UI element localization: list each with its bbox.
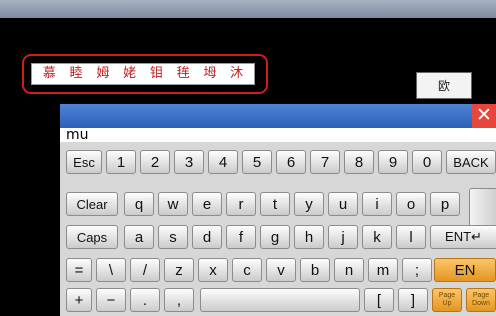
candidate-8[interactable]: 沐 [230, 64, 243, 84]
key-h[interactable]: h [294, 225, 324, 249]
key-f[interactable]: f [226, 225, 256, 249]
key-o[interactable]: o [396, 192, 426, 216]
candidate-list: 慕 睦 姆 姥 钼 毪 坶 沐 [31, 63, 255, 85]
key-a[interactable]: a [124, 225, 154, 249]
page-up-line-1: Page [438, 292, 456, 299]
key-n[interactable]: n [334, 258, 364, 282]
candidate-3[interactable]: 姆 [96, 64, 109, 84]
language-toggle-button[interactable]: 欧 [416, 72, 472, 99]
key-d[interactable]: d [192, 225, 222, 249]
key-4[interactable]: 4 [208, 150, 238, 174]
key-equals[interactable]: = [66, 258, 92, 282]
key-8[interactable]: 8 [344, 150, 374, 174]
candidate-7[interactable]: 坶 [203, 64, 216, 84]
key-7[interactable]: 7 [310, 150, 340, 174]
key-slash[interactable]: / [130, 258, 160, 282]
key-language-en[interactable]: EN [434, 258, 496, 282]
key-p[interactable]: p [430, 192, 460, 216]
key-left-bracket[interactable]: [ [364, 288, 394, 312]
key-enter[interactable]: ENT↵ [430, 225, 496, 249]
key-z[interactable]: z [164, 258, 194, 282]
key-comma[interactable]: , [164, 288, 194, 312]
page-down-line-2: Down [472, 300, 490, 307]
key-m[interactable]: m [368, 258, 398, 282]
key-c[interactable]: c [232, 258, 262, 282]
page-up-line-2: Up [442, 300, 452, 307]
key-b[interactable]: b [300, 258, 330, 282]
onscreen-keyboard: ✕ mu Esc 1 2 3 4 5 6 7 8 9 0 BACK Clear … [60, 104, 496, 316]
key-5[interactable]: 5 [242, 150, 272, 174]
candidate-5[interactable]: 钼 [150, 64, 163, 84]
key-y[interactable]: y [294, 192, 324, 216]
page-down-line-1: Page [472, 292, 490, 299]
key-u[interactable]: u [328, 192, 358, 216]
candidate-2[interactable]: 睦 [70, 64, 83, 84]
key-page-down[interactable]: Page Down [466, 288, 496, 312]
key-s[interactable]: s [158, 225, 188, 249]
key-k[interactable]: k [362, 225, 392, 249]
key-l[interactable]: l [396, 225, 426, 249]
key-r[interactable]: r [226, 192, 256, 216]
key-esc[interactable]: Esc [66, 150, 102, 174]
key-x[interactable]: x [198, 258, 228, 282]
composition-field: mu [60, 128, 496, 142]
key-clear[interactable]: Clear [66, 192, 118, 216]
key-2[interactable]: 2 [140, 150, 170, 174]
key-6[interactable]: 6 [276, 150, 306, 174]
key-i[interactable]: i [362, 192, 392, 216]
key-backspace[interactable]: BACK [446, 150, 496, 174]
key-g[interactable]: g [260, 225, 290, 249]
key-plus[interactable]: + [66, 288, 92, 312]
candidate-6[interactable]: 毪 [177, 64, 190, 84]
key-1[interactable]: 1 [106, 150, 136, 174]
key-3[interactable]: 3 [174, 150, 204, 174]
key-q[interactable]: q [124, 192, 154, 216]
key-caps[interactable]: Caps [66, 225, 118, 249]
candidate-4[interactable]: 姥 [123, 64, 136, 84]
key-semicolon[interactable]: ; [402, 258, 432, 282]
candidate-1[interactable]: 慕 [43, 64, 56, 84]
key-t[interactable]: t [260, 192, 290, 216]
key-v[interactable]: v [266, 258, 296, 282]
close-icon[interactable]: ✕ [472, 104, 496, 128]
key-j[interactable]: j [328, 225, 358, 249]
key-9[interactable]: 9 [378, 150, 408, 174]
top-bar [0, 0, 496, 18]
key-page-up[interactable]: Page Up [432, 288, 462, 312]
key-0[interactable]: 0 [412, 150, 442, 174]
keyboard-titlebar[interactable] [60, 104, 496, 128]
key-space[interactable] [200, 288, 360, 312]
key-w[interactable]: w [158, 192, 188, 216]
key-backslash[interactable]: \ [96, 258, 126, 282]
key-minus[interactable]: − [96, 288, 126, 312]
key-period[interactable]: . [130, 288, 160, 312]
key-right-bracket[interactable]: ] [398, 288, 428, 312]
key-e[interactable]: e [192, 192, 222, 216]
